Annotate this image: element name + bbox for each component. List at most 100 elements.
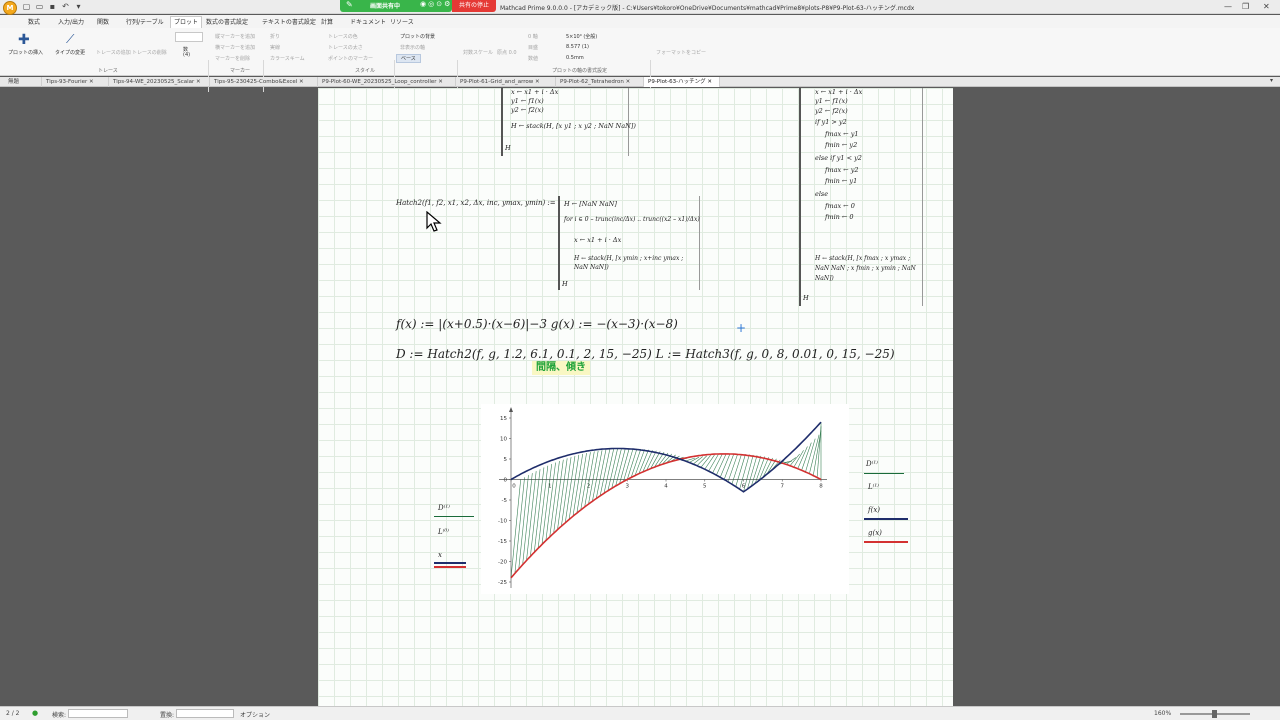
legend-right-g[interactable]: g(x) bbox=[868, 529, 882, 537]
close-icon[interactable]: ✕ bbox=[1263, 2, 1270, 11]
tab-input-output[interactable]: 入力/出力 bbox=[58, 17, 84, 26]
zoom-slider-thumb[interactable] bbox=[1212, 710, 1217, 718]
share-mic-icon[interactable]: ✎ bbox=[346, 0, 353, 9]
hatch3-program[interactable]: x ← x1 + i · Δx y1 ← f1(x) y2 ← f2(x) if… bbox=[799, 88, 923, 306]
add-trace-button[interactable]: トレースの追加 bbox=[96, 49, 131, 56]
log-scale-button[interactable]: 対数スケール bbox=[463, 49, 493, 56]
replace-input[interactable] bbox=[176, 709, 234, 718]
insert-plot-icon[interactable]: ✚ bbox=[18, 32, 30, 48]
program-block-top-left[interactable]: x ← x1 + i · Δx y1 ← f1(x) y2 ← f2(x) H … bbox=[501, 88, 636, 156]
legend-right-f[interactable]: f(x) bbox=[868, 506, 880, 514]
program-line: x ← x1 + i · Δx bbox=[815, 88, 863, 96]
point-marker-dropdown[interactable]: ポイントのマーカー bbox=[328, 55, 373, 62]
doc-tab[interactable]: P9-Plot-62_Tetrahedron ✕ bbox=[556, 77, 644, 87]
plot-background-button[interactable]: プロットの背景 bbox=[400, 33, 435, 40]
hatch-line bbox=[716, 453, 727, 476]
quick-access-dropdown-icon[interactable]: ▾ bbox=[74, 2, 83, 11]
options-dropdown[interactable]: オプション bbox=[240, 710, 270, 719]
minimize-icon[interactable]: — bbox=[1224, 2, 1232, 11]
style-solid-dropdown[interactable]: 実線 bbox=[270, 44, 280, 51]
change-type-icon[interactable]: ⟋ bbox=[66, 32, 74, 47]
hatch-line bbox=[735, 454, 746, 487]
tab-functions[interactable]: 関数 bbox=[97, 17, 109, 26]
program-line: H ← stack(H, [x y1 ; x y2 ; NaN NaN]) bbox=[511, 122, 636, 130]
program-line: y1 ← f1(x) bbox=[815, 97, 848, 105]
hatch-line bbox=[719, 453, 731, 478]
trace-thickness-dropdown[interactable]: トレースの太さ bbox=[328, 44, 363, 51]
undo-icon[interactable]: ↶ bbox=[61, 2, 70, 11]
legend-left-l[interactable]: L⁽⁰⁾ bbox=[438, 528, 449, 536]
copy-format-button[interactable]: フォーマットをコピー bbox=[656, 49, 706, 56]
restore-icon[interactable]: ❐ bbox=[1242, 2, 1249, 11]
search-label: 検索: bbox=[52, 712, 67, 719]
change-type-button[interactable]: タイプの変更 bbox=[55, 49, 85, 56]
doc-tab-label: Tips-95-230425-Combo&Excel bbox=[214, 79, 298, 85]
hatch-plot[interactable]: 012345678151050-5-10-15-20-25 bbox=[481, 404, 849, 594]
open-folder-icon[interactable]: ▭ bbox=[35, 2, 44, 11]
program-line: H ← stack(H, [x fmax ; x ymax ; NaN NaN … bbox=[815, 255, 916, 282]
add-vertical-marker-button[interactable]: 縦マーカーを追加 bbox=[215, 33, 255, 40]
tab-resources[interactable]: リソース bbox=[390, 17, 414, 26]
zero-margin-field[interactable]: 0.5mm bbox=[566, 55, 584, 61]
legend-right-d[interactable]: D⁽¹⁾ bbox=[866, 460, 878, 468]
doc-tab[interactable]: Tips-94-WE_20230525_Scalar ✕ bbox=[109, 77, 210, 87]
delete-trace-button[interactable]: トレースの削除 bbox=[132, 49, 167, 56]
legend-left-d[interactable]: D⁽¹⁾ bbox=[438, 504, 450, 512]
group-axis-format: プロットの軸の書式設定 bbox=[552, 68, 608, 74]
trace-color-dropdown[interactable]: トレースの色 bbox=[328, 33, 358, 40]
program-line: for i ∈ 0 – trunc(inc/Δx) .. trunc((x2 –… bbox=[564, 216, 700, 223]
y-tick-label: 15 bbox=[500, 416, 507, 422]
insert-plot-button[interactable]: プロットの挿入 bbox=[8, 49, 43, 56]
doc-tab[interactable]: Tips-95-230425-Combo&Excel ✕ bbox=[210, 77, 318, 87]
trace-count-dropdown[interactable] bbox=[175, 32, 203, 42]
axis-ticks-button[interactable]: 目盛 bbox=[528, 44, 538, 51]
base-button[interactable]: ベース bbox=[396, 54, 421, 63]
new-file-icon[interactable]: ▢ bbox=[22, 2, 31, 11]
annotation-note[interactable]: 間隔、傾き bbox=[532, 361, 590, 375]
left-tick-dropdown[interactable]: 5×10⁰ (全般) bbox=[566, 33, 597, 40]
style-line-dropdown[interactable]: 折り bbox=[270, 33, 280, 40]
axis-numbers-button[interactable]: 数値 bbox=[528, 55, 538, 62]
search-input[interactable] bbox=[68, 709, 128, 718]
status-bar: 2 / 2 ● 検索: 置換: オプション 160% bbox=[0, 706, 1280, 720]
tab-math-format[interactable]: 数式の書式設定 bbox=[206, 17, 248, 26]
group-trace: トレース bbox=[98, 68, 118, 74]
doc-tab[interactable]: 無題 bbox=[4, 77, 42, 87]
tab-text-format[interactable]: テキストの書式設定 bbox=[262, 17, 316, 26]
origin-button[interactable]: 原点 0.0 bbox=[497, 49, 517, 56]
tab-plot[interactable]: プロット bbox=[170, 16, 203, 28]
hatch2-program[interactable]: H ← [NaN NaN] for i ∈ 0 – trunc(inc/Δx) … bbox=[558, 196, 700, 290]
doc-tab-label: P9-Plot-63-ハッチング bbox=[648, 79, 706, 85]
doc-tab-active[interactable]: P9-Plot-63-ハッチング ✕ bbox=[644, 77, 720, 87]
hatch2-definition-label[interactable]: Hatch2(f1, f2, x1, x2, Δx, inc, ymax, ym… bbox=[396, 199, 556, 207]
legend-right-l[interactable]: L⁽¹⁾ bbox=[868, 483, 879, 491]
tab-math[interactable]: 数式 bbox=[28, 17, 40, 26]
doc-tab[interactable]: P9-Plot-61-Grid_and_arrow ✕ bbox=[456, 77, 556, 87]
add-horizontal-marker-button[interactable]: 横マーカーを追加 bbox=[215, 44, 255, 51]
plot-svg[interactable]: 012345678151050-5-10-15-20-25 bbox=[481, 404, 849, 594]
program-line: y2 ← f2(x) bbox=[511, 106, 544, 114]
style-color-scheme-dropdown[interactable]: カラースキーム bbox=[270, 55, 305, 62]
stop-share-button[interactable]: 共有の停止 bbox=[452, 0, 496, 12]
hidden-axes-button[interactable]: 非表示の軸 bbox=[400, 44, 425, 51]
insertion-crosshair-icon: + bbox=[736, 321, 747, 335]
share-control-icons[interactable]: ◉◎⊙⚙ bbox=[420, 0, 452, 8]
tab-calculation[interactable]: 計算 bbox=[321, 17, 333, 26]
program-line: y1 ← f1(x) bbox=[511, 97, 544, 105]
tab-document[interactable]: ドキュメント bbox=[350, 17, 386, 26]
axis-zero-button[interactable]: 0 軸 bbox=[528, 33, 538, 40]
delete-marker-button[interactable]: マーカーを削除 bbox=[215, 55, 250, 62]
hatch-line bbox=[712, 454, 723, 474]
tab-matrix-table[interactable]: 行列/テーブル bbox=[126, 17, 164, 26]
worksheet-page[interactable]: x ← x1 + i · Δx y1 ← f1(x) y2 ← f2(x) H … bbox=[318, 88, 953, 706]
function-definitions[interactable]: f(x) := |(x+0.5)·(x−6)|−3 g(x) := −(x−3)… bbox=[396, 317, 678, 331]
save-icon[interactable]: ▪ bbox=[48, 2, 57, 11]
hatch-assignments[interactable]: D := Hatch2(f, g, 1.2, 6.1, 0.1, 2, 15, … bbox=[396, 347, 895, 361]
mathcad-logo[interactable]: M bbox=[3, 1, 17, 15]
doc-tab[interactable]: Tips-93-Fourier ✕ bbox=[42, 77, 109, 87]
legend-left-x[interactable]: x bbox=[438, 551, 442, 559]
right-tick-dropdown[interactable]: 8.577 (1) bbox=[566, 44, 589, 50]
doc-tab[interactable]: P9-Plot-60-WE_20230525_Loop_controller ✕ bbox=[318, 77, 456, 87]
program-line: fmax ← y1 bbox=[825, 130, 859, 138]
tab-overflow-icon[interactable]: ▾ bbox=[1270, 77, 1273, 84]
